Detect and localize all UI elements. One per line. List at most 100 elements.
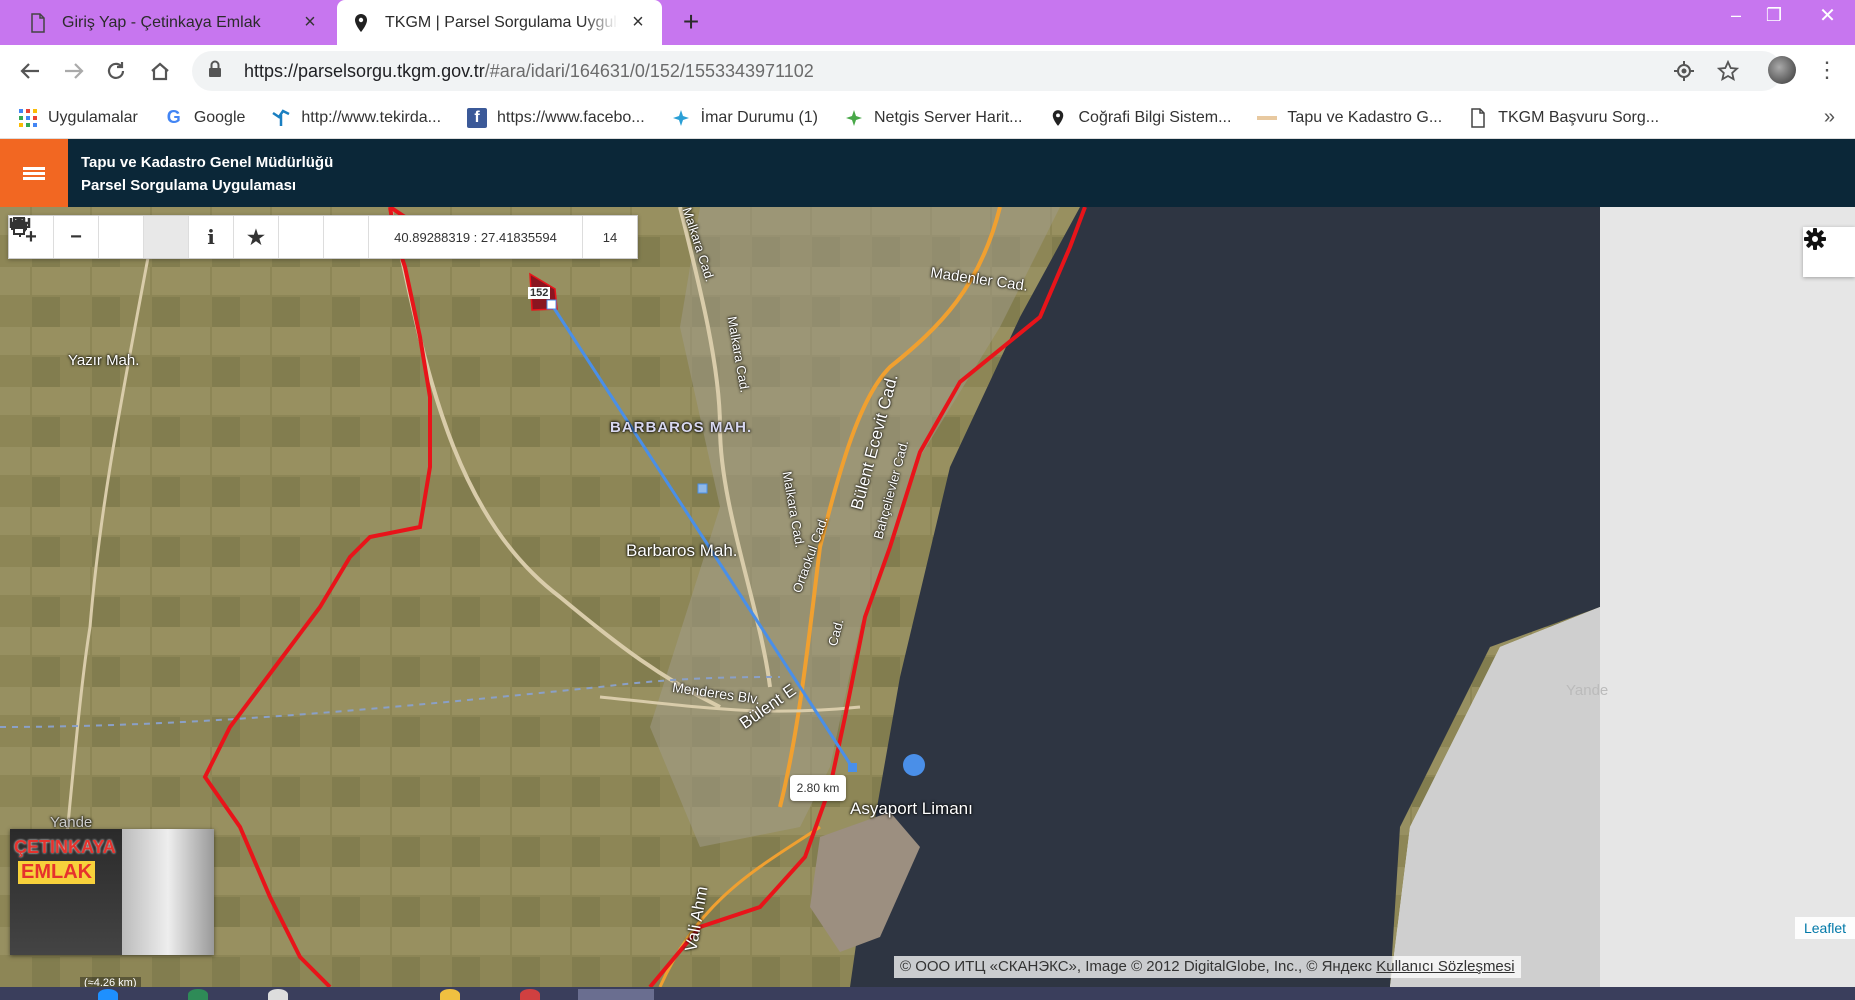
apps-grid-icon <box>18 108 38 128</box>
bookmark-tkgm-basvuru[interactable]: TKGM Başvuru Sorg... <box>1468 107 1660 128</box>
bookmark-tkgm[interactable]: Tapu ve Kadastro G... <box>1257 108 1442 128</box>
app-title-line2: Parsel Sorgulama Uygulaması <box>81 177 297 194</box>
favorites-button[interactable]: ★ <box>234 216 279 258</box>
facebook-icon: f <box>467 107 488 128</box>
tab-title: TKGM | Parsel Sorgulama Uygulaması <box>385 13 618 31</box>
terms-link[interactable]: Kullanıcı Sözleşmesi <box>1376 958 1514 975</box>
ad-brand-line1: ÇETINKAYA <box>14 837 116 857</box>
tab-title: Giriş Yap - Çetinkaya Emlak <box>62 13 261 31</box>
maximize-button[interactable]: ❐ <box>1752 0 1796 30</box>
map-attribution: © ООО ИТЦ «СКАНЭКС», Image © 2012 Digita… <box>894 956 1521 978</box>
attribution-text: © ООО ИТЦ «СКАНЭКС», Image © 2012 Digita… <box>900 958 1377 975</box>
info-icon: i <box>207 225 215 249</box>
profile-avatar[interactable] <box>1768 56 1796 84</box>
bookmark-label: http://www.tekirda... <box>301 108 442 126</box>
location-target-icon[interactable] <box>1670 57 1698 85</box>
close-window-button[interactable]: ✕ <box>1800 0 1855 30</box>
advertisement-thumbnail[interactable]: ÇETINKAYA EMLAK <box>10 829 214 955</box>
location-pin-icon <box>351 13 371 33</box>
tab-strip: Giriş Yap - Çetinkaya Emlak × TKGM | Par… <box>0 0 1855 45</box>
reload-icon[interactable] <box>102 57 130 85</box>
app-title: Tapu ve Kadastro Genel Müdürlüğü Parsel … <box>81 151 333 197</box>
location-pin-icon <box>1048 108 1068 128</box>
map-canvas[interactable]: Yazır Mah. BARBAROS MAH. Barbaros Mah. M… <box>0 207 1855 987</box>
ad-photo <box>122 829 214 955</box>
zoom-out-button[interactable]: − <box>54 216 99 258</box>
hamburger-menu-button[interactable] <box>0 139 68 207</box>
leaflet-link[interactable]: Leaflet <box>1795 917 1855 939</box>
label-barbaros-upper: BARBAROS MAH. <box>610 419 753 436</box>
measure-midpoint[interactable] <box>697 483 708 494</box>
document-icon <box>28 12 48 33</box>
tab-tkgm[interactable]: TKGM | Parsel Sorgulama Uygulaması × <box>337 0 662 45</box>
bookmark-label: Uygulamalar <box>48 108 138 126</box>
star-icon: ★ <box>247 226 265 249</box>
bookmark-google[interactable]: G Google <box>164 107 246 128</box>
app-title-line1: Tapu ve Kadastro Genel Müdürlüğü <box>81 154 334 171</box>
close-icon[interactable]: × <box>300 11 320 33</box>
measure-vertex[interactable] <box>546 299 557 310</box>
bookmark-star-icon[interactable] <box>1714 57 1742 85</box>
bookmark-apps[interactable]: Uygulamalar <box>18 108 138 128</box>
new-tab-button[interactable]: + <box>676 8 706 38</box>
bookmark-netgis[interactable]: Netgis Server Harit... <box>844 108 1022 128</box>
ad-image: ÇETINKAYA EMLAK <box>10 829 122 955</box>
home-icon[interactable] <box>146 57 174 85</box>
refresh-button[interactable] <box>11 216 144 258</box>
google-icon: G <box>166 107 181 127</box>
print-icon <box>11 217 27 235</box>
scale-label: (≈4.26 km) <box>80 977 141 987</box>
ad-brand-line2: EMLAK <box>18 861 96 884</box>
minus-icon: − <box>70 225 82 248</box>
address-bar[interactable]: https://parselsorgu.tkgm.gov.tr/#ara/ida… <box>192 51 1782 91</box>
bookmark-label: TKGM Başvuru Sorg... <box>1498 108 1660 126</box>
document-icon <box>1468 107 1488 128</box>
zoom-level: 14 <box>602 229 618 245</box>
bookmark-label: İmar Durumu (1) <box>700 108 818 126</box>
imar-icon <box>671 108 691 128</box>
label-asyaport: Asyaport Limanı <box>850 799 973 818</box>
tkgm-icon <box>1257 108 1278 128</box>
bookmarks-bar: Uygulamalar G Google http://www.tekirda.… <box>0 97 1855 139</box>
bookmark-imar[interactable]: İmar Durumu (1) <box>671 108 818 128</box>
bookmark-label: Netgis Server Harit... <box>874 108 1023 126</box>
taskbar-app-icon[interactable] <box>268 989 288 1000</box>
measure-vertex[interactable] <box>848 763 857 772</box>
print-button[interactable] <box>11 216 369 258</box>
taskbar-app-icon[interactable] <box>520 989 540 1000</box>
bookmark-label: Google <box>193 108 246 126</box>
forward-icon[interactable] <box>60 57 88 85</box>
info-button[interactable]: i <box>189 216 234 258</box>
coordinates-readout: 40.89288319 : 27.41835594 <box>369 216 583 258</box>
measure-button[interactable] <box>9 216 324 258</box>
taskbar-app-icon[interactable] <box>98 989 118 1000</box>
parcel-number-label: 152 <box>528 287 551 299</box>
taskbar-app-icon[interactable] <box>440 989 460 1000</box>
app-header: Tapu ve Kadastro Genel Müdürlüğü Parsel … <box>0 139 1855 207</box>
tab-cetinkaya[interactable]: Giriş Yap - Çetinkaya Emlak × <box>14 0 334 45</box>
more-menu-icon[interactable]: ⋮ <box>1816 57 1838 85</box>
settings-button[interactable] <box>1803 227 1855 277</box>
label-yandex-watermark: Yande <box>1566 682 1609 699</box>
port-marker[interactable] <box>903 754 925 776</box>
netgis-icon <box>844 108 864 128</box>
pan-button[interactable] <box>10 216 189 258</box>
lock-icon <box>208 60 230 83</box>
map-imagery <box>0 207 1855 987</box>
bookmark-cbs[interactable]: Coğrafi Bilgi Sistem... <box>1048 108 1231 128</box>
bookmark-tekirdag[interactable]: http://www.tekirda... <box>271 108 441 128</box>
bookmarks-more-button[interactable]: » <box>1824 106 1835 129</box>
close-icon[interactable]: × <box>628 11 648 33</box>
bookmark-label: Tapu ve Kadastro G... <box>1287 108 1443 126</box>
bookmark-facebook[interactable]: f https://www.facebo... <box>467 107 645 128</box>
url-path: /#ara/idari/164631/0/152/1553343971102 <box>484 60 814 81</box>
taskbar-active-app[interactable] <box>578 989 654 1000</box>
menu-icon <box>23 165 45 182</box>
taskbar-app-icon[interactable] <box>188 989 208 1000</box>
map-toolbar: + − i ★ 40.89288319 : 27.41835594 14 <box>8 215 638 259</box>
back-icon[interactable] <box>16 57 44 85</box>
browser-toolbar: https://parselsorgu.tkgm.gov.tr/#ara/ida… <box>0 45 1855 97</box>
tekirdag-icon <box>271 108 291 128</box>
url-host: https://parselsorgu.tkgm.gov.tr <box>244 60 485 81</box>
label-barbaros: Barbaros Mah. <box>626 541 738 560</box>
